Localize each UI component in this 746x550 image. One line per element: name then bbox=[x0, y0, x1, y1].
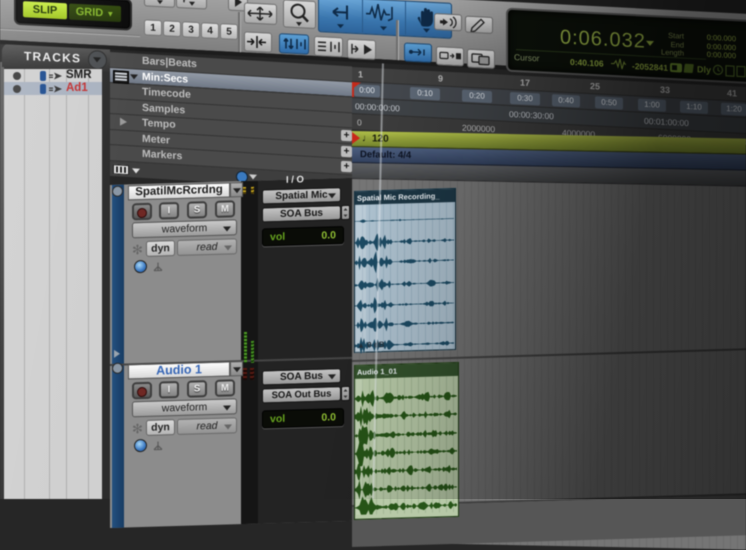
svg-text:Dly: Dly bbox=[697, 64, 711, 75]
